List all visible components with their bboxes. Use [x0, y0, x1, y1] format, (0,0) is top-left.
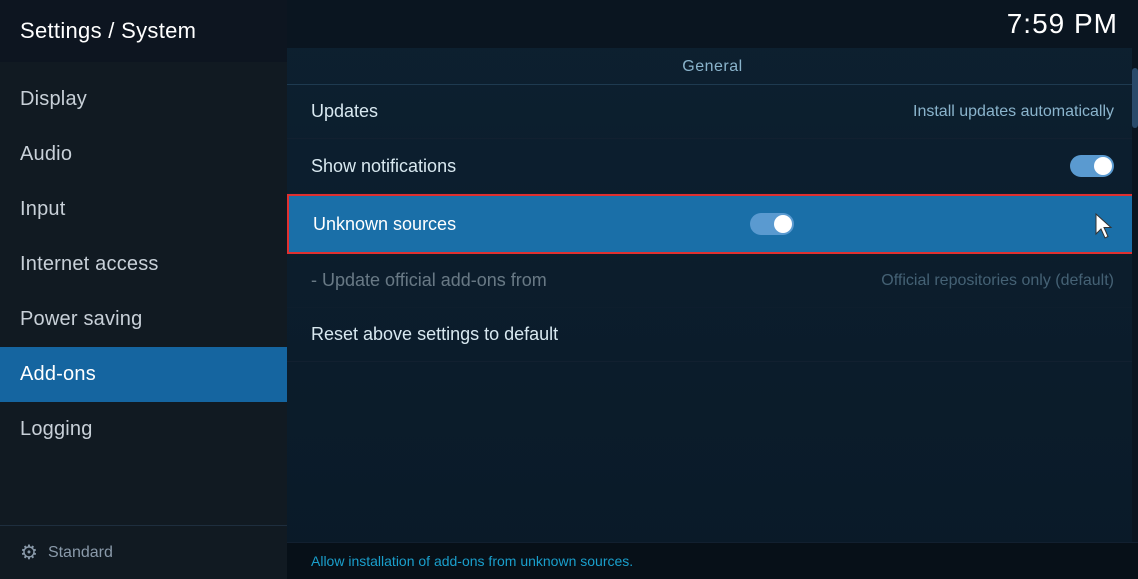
page-title: Settings / System: [0, 0, 287, 62]
setting-value-update-official-addons: Official repositories only (default): [881, 272, 1114, 290]
clock: 7:59 PM: [1007, 8, 1118, 40]
sidebar-item-power-saving[interactable]: Power saving: [0, 292, 287, 347]
bottom-status-text: Allow installation of add-ons from unkno…: [311, 553, 633, 569]
toggle-show-notifications[interactable]: [1070, 155, 1114, 177]
sidebar-footer-label: Standard: [48, 544, 113, 562]
scrollbar-thumb[interactable]: [1132, 68, 1138, 128]
settings-list: Updates Install updates automatically Show…: [287, 85, 1138, 542]
section-header: General: [287, 48, 1138, 85]
gear-icon: ⚙: [20, 540, 38, 565]
setting-label-reset-settings: Reset above settings to default: [311, 324, 558, 345]
mouse-cursor: [1092, 212, 1112, 236]
content-area: General Updates Install updates automatic…: [287, 48, 1138, 542]
main-content: 7:59 PM General Updates Install updates a…: [287, 0, 1138, 579]
sidebar-item-audio[interactable]: Audio: [0, 127, 287, 182]
setting-row-unknown-sources[interactable]: Unknown sources: [287, 194, 1138, 254]
setting-label-updates: Updates: [311, 101, 378, 122]
scrollbar[interactable]: [1132, 48, 1138, 542]
sidebar-item-internet-access[interactable]: Internet access: [0, 237, 287, 292]
toggle-unknown-sources[interactable]: [750, 213, 794, 235]
sidebar-footer: ⚙ Standard: [0, 525, 287, 579]
sidebar-item-add-ons[interactable]: Add-ons: [0, 347, 287, 402]
bottom-bar: Allow installation of add-ons from unkno…: [287, 542, 1138, 579]
setting-row-update-official-addons[interactable]: - Update official add-ons from Official r…: [287, 254, 1138, 308]
setting-value-updates: Install updates automatically: [913, 103, 1114, 121]
sidebar-item-input[interactable]: Input: [0, 182, 287, 237]
sidebar: Settings / System DisplayAudioInputInter…: [0, 0, 287, 579]
setting-row-reset-settings[interactable]: Reset above settings to default: [287, 308, 1138, 362]
top-bar: 7:59 PM: [287, 0, 1138, 48]
setting-row-updates[interactable]: Updates Install updates automatically: [287, 85, 1138, 139]
setting-row-show-notifications[interactable]: Show notifications: [287, 139, 1138, 194]
sidebar-item-logging[interactable]: Logging: [0, 402, 287, 457]
sidebar-nav: DisplayAudioInputInternet accessPower sa…: [0, 62, 287, 525]
sidebar-item-display[interactable]: Display: [0, 72, 287, 127]
setting-label-show-notifications: Show notifications: [311, 156, 456, 177]
setting-label-update-official-addons: - Update official add-ons from: [311, 270, 547, 291]
setting-label-unknown-sources: Unknown sources: [313, 214, 456, 235]
